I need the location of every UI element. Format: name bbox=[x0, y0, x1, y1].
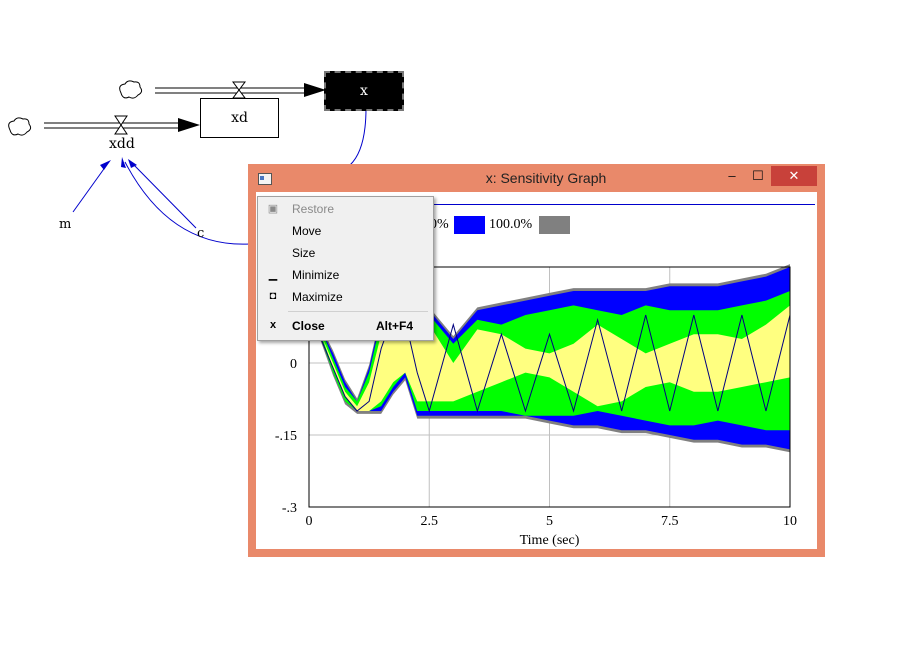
flow-arrowhead bbox=[304, 83, 326, 97]
menu-item-close[interactable]: x Close Alt+F4 bbox=[258, 315, 433, 337]
stock-xd-label: xd bbox=[231, 110, 248, 126]
minimize-button[interactable]: – bbox=[720, 166, 744, 186]
cloud-source-icon bbox=[119, 80, 143, 99]
cloud-source-icon bbox=[8, 117, 32, 136]
menu-separator bbox=[288, 311, 428, 312]
minimize-icon: – bbox=[728, 168, 736, 183]
maximize-button[interactable]: ☐ bbox=[746, 166, 770, 186]
maximize-icon: ◘ bbox=[269, 290, 277, 302]
close-icon: ✕ bbox=[788, 168, 800, 183]
menu-item-label: Size bbox=[292, 246, 316, 260]
flow-arrowhead bbox=[178, 118, 200, 132]
stock-x[interactable]: x bbox=[324, 71, 404, 111]
menu-item-shortcut: Alt+F4 bbox=[376, 319, 414, 333]
menu-item-label: Close bbox=[292, 319, 325, 333]
menu-item-label: Minimize bbox=[292, 268, 340, 282]
variable-m-label[interactable]: m bbox=[59, 217, 71, 232]
variable-c-label[interactable]: c bbox=[197, 226, 204, 241]
x-tick-label: 7.5 bbox=[661, 514, 679, 529]
system-context-menu: ▣ Restore Move Size ▁ Minimize ◘ Maximiz… bbox=[257, 196, 434, 341]
x-tick-label: 10 bbox=[783, 514, 797, 529]
y-tick-label: 0 bbox=[290, 357, 297, 372]
flow-xdd-label[interactable]: xdd bbox=[109, 136, 135, 152]
menu-item-maximize[interactable]: ◘ Maximize bbox=[258, 286, 433, 308]
maximize-icon: ☐ bbox=[752, 168, 764, 183]
stock-x-label: x bbox=[360, 83, 368, 99]
x-tick-label: 0 bbox=[306, 514, 313, 529]
minimize-icon: ▁ bbox=[268, 269, 278, 281]
y-tick-label: -.3 bbox=[282, 501, 297, 516]
x-tick-label: 2.5 bbox=[421, 514, 439, 529]
menu-item-minimize[interactable]: ▁ Minimize bbox=[258, 264, 433, 286]
close-icon: x bbox=[269, 319, 277, 331]
menu-item-size[interactable]: Size bbox=[258, 242, 433, 264]
menu-item-label: Maximize bbox=[292, 290, 343, 304]
restore-icon: ▣ bbox=[267, 203, 279, 215]
flow-pipe-xdd bbox=[44, 122, 180, 129]
close-button[interactable]: ✕ bbox=[771, 166, 817, 186]
menu-item-move[interactable]: Move bbox=[258, 220, 433, 242]
x-tick-label: 5 bbox=[546, 514, 553, 529]
x-axis-label: Time (sec) bbox=[520, 533, 580, 548]
stock-xd[interactable]: xd bbox=[200, 98, 279, 138]
menu-item-label: Move bbox=[292, 224, 322, 238]
y-tick-label: -.15 bbox=[275, 429, 297, 444]
menu-item-label: Restore bbox=[292, 202, 335, 216]
flow-pipe-xd bbox=[155, 87, 306, 94]
menu-item-restore[interactable]: ▣ Restore bbox=[258, 198, 433, 220]
valve-icon bbox=[114, 115, 128, 135]
valve-icon bbox=[232, 81, 246, 99]
connector-arrowheads bbox=[100, 157, 137, 170]
